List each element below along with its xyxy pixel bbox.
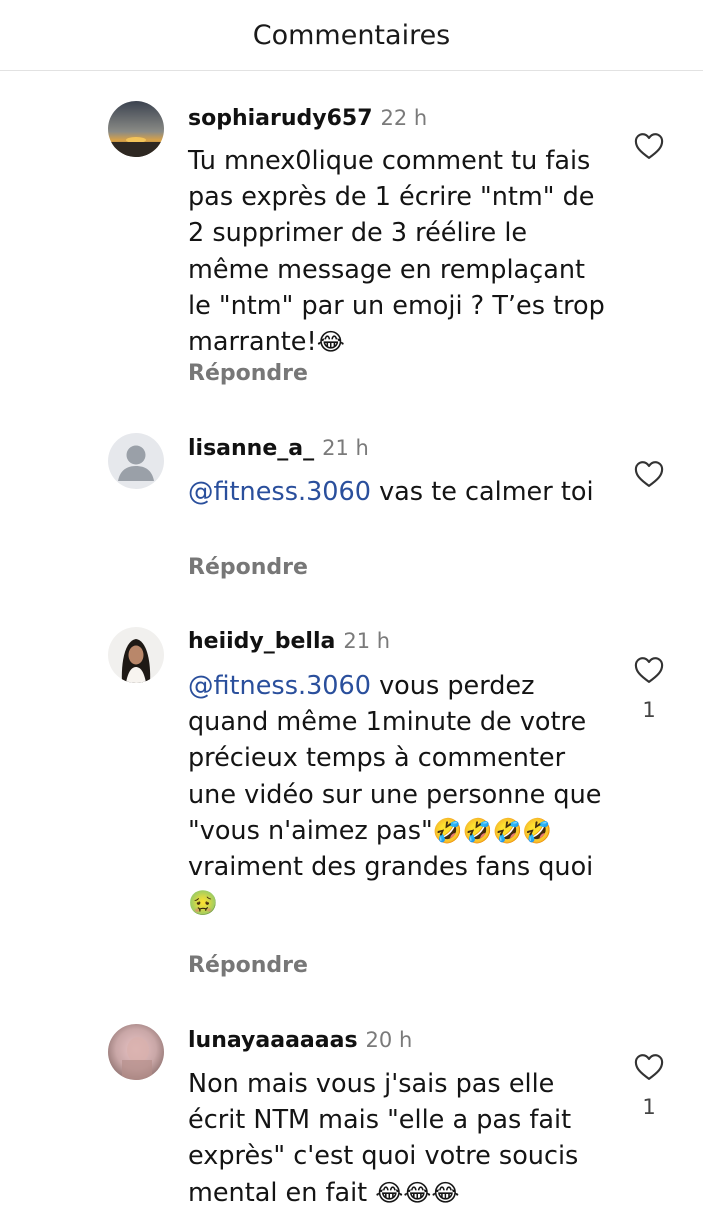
heart-outline-icon xyxy=(634,133,664,159)
comment-text: Tu mnex0lique comment tu fais pas exprès… xyxy=(188,143,608,360)
timestamp: 21 h xyxy=(322,436,369,460)
comment-meta: sophiarudy657 22 h xyxy=(188,103,427,134)
comment-body-continued: vraiment des grandes fans quoi xyxy=(188,852,594,883)
like-count: 1 xyxy=(642,1095,656,1119)
sunset-avatar-icon xyxy=(108,101,164,157)
emoji: 🤢 xyxy=(188,889,218,918)
mention-link[interactable]: @fitness.3060 xyxy=(188,477,371,507)
comment-body: vas te calmer toi xyxy=(370,477,594,507)
default-user-avatar-icon xyxy=(108,433,164,489)
emoji: 😂😂😂 xyxy=(375,1178,460,1207)
timestamp: 21 h xyxy=(343,629,391,653)
comment-meta: lisanne_a_ 21 h xyxy=(188,433,369,464)
page-title: Commentaires xyxy=(252,19,451,51)
reply-button[interactable]: Répondre xyxy=(188,361,308,386)
comment-text: Non mais vous j'sais pas elle écrit NTM … xyxy=(188,1066,608,1211)
reply-button[interactable]: Répondre xyxy=(188,555,308,580)
avatar[interactable] xyxy=(108,627,164,683)
comment-meta: heiidy_bella 21 h xyxy=(188,626,390,657)
like-count: 1 xyxy=(642,698,656,722)
comment-text: @fitness.3060 vas te calmer toi xyxy=(188,474,608,510)
woman-portrait-avatar-icon xyxy=(108,627,164,683)
like-button[interactable] xyxy=(632,458,666,490)
comments-header: Commentaires xyxy=(0,0,703,71)
heart-outline-icon xyxy=(634,461,664,487)
username[interactable]: heiidy_bella xyxy=(188,629,335,654)
emoji: 🤣🤣🤣🤣 xyxy=(432,816,553,845)
username[interactable]: lunayaaaaaas xyxy=(188,1028,358,1053)
timestamp: 20 h xyxy=(365,1028,413,1052)
avatar[interactable] xyxy=(108,1024,164,1080)
comment-meta: lunayaaaaaas 20 h xyxy=(188,1025,412,1056)
timestamp: 22 h xyxy=(380,106,428,130)
comment-body: Tu mnex0lique comment tu fais pas exprès… xyxy=(188,146,605,358)
avatar[interactable] xyxy=(108,101,164,157)
heart-outline-icon xyxy=(634,1054,664,1080)
like-button[interactable] xyxy=(632,130,666,162)
comment-text: @fitness.3060 vous perdez quand même 1mi… xyxy=(188,668,608,921)
mention-link[interactable]: @fitness.3060 xyxy=(188,671,371,701)
like-button[interactable] xyxy=(632,1051,666,1083)
username[interactable]: lisanne_a_ xyxy=(188,436,314,461)
heart-outline-icon xyxy=(634,657,664,683)
avatar[interactable] xyxy=(108,433,164,489)
emoji: 😂 xyxy=(316,328,345,357)
like-button[interactable] xyxy=(632,654,666,686)
username[interactable]: sophiarudy657 xyxy=(188,106,373,131)
reply-button[interactable]: Répondre xyxy=(188,953,308,978)
blurred-photo-avatar-icon xyxy=(108,1024,164,1080)
